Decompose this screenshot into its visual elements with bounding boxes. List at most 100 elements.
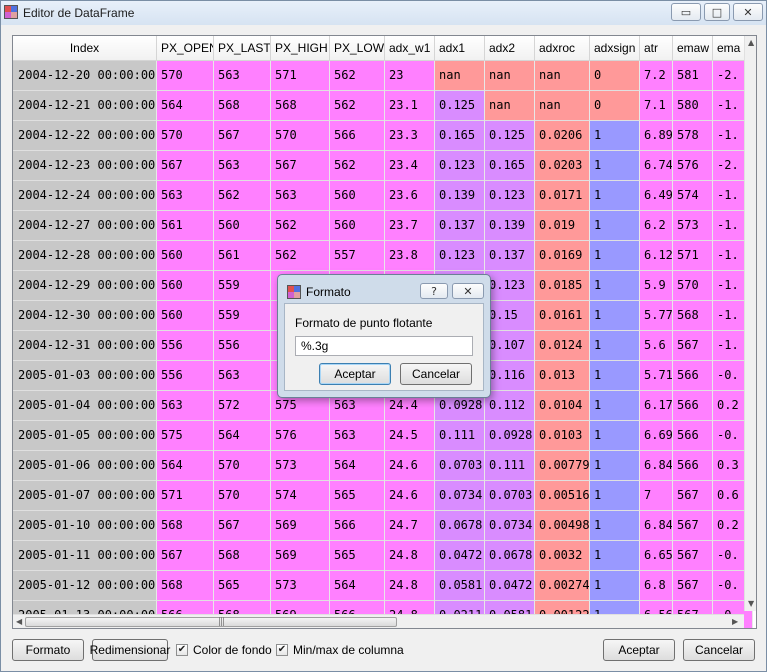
table-cell[interactable]: 567 (214, 511, 271, 541)
table-cell[interactable]: nan (535, 91, 590, 121)
column-header[interactable]: Index (13, 36, 157, 60)
table-cell[interactable]: 566 (673, 391, 713, 421)
table-cell[interactable]: 24.6 (385, 451, 435, 481)
row-index-cell[interactable]: 2005-01-12 00:00:00 (13, 571, 157, 601)
table-cell[interactable]: 567 (673, 481, 713, 511)
column-header[interactable]: adxsign (590, 36, 640, 60)
scroll-down-icon[interactable]: ▼ (748, 599, 754, 608)
table-cell[interactable]: nan (535, 61, 590, 91)
table-cell[interactable]: 0.123 (435, 241, 485, 271)
table-cell[interactable]: 1 (590, 511, 640, 541)
accept-button[interactable]: Aceptar (603, 639, 675, 661)
table-cell[interactable]: 0.107 (485, 331, 535, 361)
row-index-cell[interactable]: 2005-01-03 00:00:00 (13, 361, 157, 391)
table-cell[interactable]: 1 (590, 361, 640, 391)
horizontal-scrollbar[interactable]: ◀ ||| ▶ (13, 614, 744, 628)
table-cell[interactable]: 24.6 (385, 481, 435, 511)
table-cell[interactable]: 576 (673, 151, 713, 181)
table-cell[interactable]: 1 (590, 421, 640, 451)
table-cell[interactable]: 23 (385, 61, 435, 91)
table-cell[interactable]: 23.3 (385, 121, 435, 151)
row-index-cell[interactable]: 2005-01-05 00:00:00 (13, 421, 157, 451)
table-cell[interactable]: 0.00274 (535, 571, 590, 601)
row-index-cell[interactable]: 2004-12-20 00:00:00 (13, 61, 157, 91)
table-cell[interactable]: 0.0581 (435, 571, 485, 601)
table-cell[interactable]: 0.0104 (535, 391, 590, 421)
table-cell[interactable]: 560 (330, 211, 385, 241)
table-cell[interactable]: 559 (214, 301, 271, 331)
table-cell[interactable]: 6.65 (640, 541, 673, 571)
float-format-input[interactable]: %.3g (295, 336, 473, 356)
table-cell[interactable]: 0.123 (485, 181, 535, 211)
table-cell[interactable]: 0.137 (435, 211, 485, 241)
table-cell[interactable]: 566 (673, 451, 713, 481)
table-cell[interactable]: 6.74 (640, 151, 673, 181)
dialog-help-button[interactable]: ? (420, 283, 448, 299)
table-cell[interactable]: 556 (157, 331, 214, 361)
table-cell[interactable]: 565 (330, 481, 385, 511)
table-cell[interactable]: 568 (673, 301, 713, 331)
table-cell[interactable]: 564 (330, 451, 385, 481)
table-cell[interactable]: 0.00498 (535, 511, 590, 541)
table-cell[interactable]: 0.0171 (535, 181, 590, 211)
table-cell[interactable]: 5.71 (640, 361, 673, 391)
table-cell[interactable]: 563 (271, 181, 330, 211)
table-cell[interactable]: 568 (271, 91, 330, 121)
table-cell[interactable]: 0.0161 (535, 301, 590, 331)
table-cell[interactable]: 0.0678 (435, 511, 485, 541)
table-cell[interactable]: 0.0734 (485, 511, 535, 541)
table-cell[interactable]: 571 (673, 241, 713, 271)
table-cell[interactable]: 563 (214, 61, 271, 91)
table-cell[interactable]: 573 (673, 211, 713, 241)
table-cell[interactable]: 574 (673, 181, 713, 211)
row-index-cell[interactable]: 2005-01-11 00:00:00 (13, 541, 157, 571)
table-cell[interactable]: 23.7 (385, 211, 435, 241)
scroll-up-icon[interactable]: ▲ (748, 38, 754, 47)
table-cell[interactable]: 562 (271, 241, 330, 271)
table-cell[interactable]: 568 (214, 91, 271, 121)
table-cell[interactable]: 562 (330, 61, 385, 91)
table-cell[interactable]: 570 (157, 61, 214, 91)
row-index-cell[interactable]: 2004-12-31 00:00:00 (13, 331, 157, 361)
table-cell[interactable]: 560 (214, 211, 271, 241)
column-header[interactable]: PX_LOW (330, 36, 385, 60)
table-cell[interactable]: 0.125 (435, 91, 485, 121)
table-cell[interactable]: 559 (214, 271, 271, 301)
table-cell[interactable]: 6.8 (640, 571, 673, 601)
vertical-scrollbar[interactable]: ▲ ▼ (744, 36, 756, 611)
table-cell[interactable]: 6.12 (640, 241, 673, 271)
table-cell[interactable]: 1 (590, 391, 640, 421)
table-cell[interactable]: 563 (214, 151, 271, 181)
table-cell[interactable]: 560 (157, 301, 214, 331)
close-button[interactable]: ✕ (733, 3, 763, 21)
table-cell[interactable]: 6.2 (640, 211, 673, 241)
table-cell[interactable]: 565 (214, 571, 271, 601)
table-cell[interactable]: 564 (330, 571, 385, 601)
table-cell[interactable]: 1 (590, 181, 640, 211)
table-cell[interactable]: 560 (157, 271, 214, 301)
table-cell[interactable]: 566 (673, 421, 713, 451)
table-cell[interactable]: 0.0032 (535, 541, 590, 571)
table-cell[interactable]: 568 (214, 541, 271, 571)
table-cell[interactable]: 567 (157, 541, 214, 571)
table-cell[interactable]: 0.116 (485, 361, 535, 391)
table-cell[interactable]: 23.4 (385, 151, 435, 181)
column-header[interactable]: adx1 (435, 36, 485, 60)
column-minmax-checkbox[interactable]: ✔ Min/max de columna (276, 643, 404, 657)
table-cell[interactable]: 569 (271, 511, 330, 541)
table-cell[interactable]: 6.84 (640, 451, 673, 481)
scroll-right-icon[interactable]: ▶ (732, 617, 738, 626)
row-index-cell[interactable]: 2004-12-22 00:00:00 (13, 121, 157, 151)
table-cell[interactable]: 5.6 (640, 331, 673, 361)
table-cell[interactable]: 1 (590, 271, 640, 301)
table-cell[interactable]: 0.00516 (535, 481, 590, 511)
table-cell[interactable]: 567 (271, 151, 330, 181)
table-cell[interactable]: 6.17 (640, 391, 673, 421)
table-cell[interactable]: 24.7 (385, 511, 435, 541)
table-cell[interactable]: 23.1 (385, 91, 435, 121)
table-cell[interactable]: 0 (590, 61, 640, 91)
table-cell[interactable]: 569 (271, 541, 330, 571)
table-cell[interactable]: 0.125 (485, 121, 535, 151)
table-cell[interactable]: 0.123 (485, 271, 535, 301)
table-cell[interactable]: 1 (590, 211, 640, 241)
